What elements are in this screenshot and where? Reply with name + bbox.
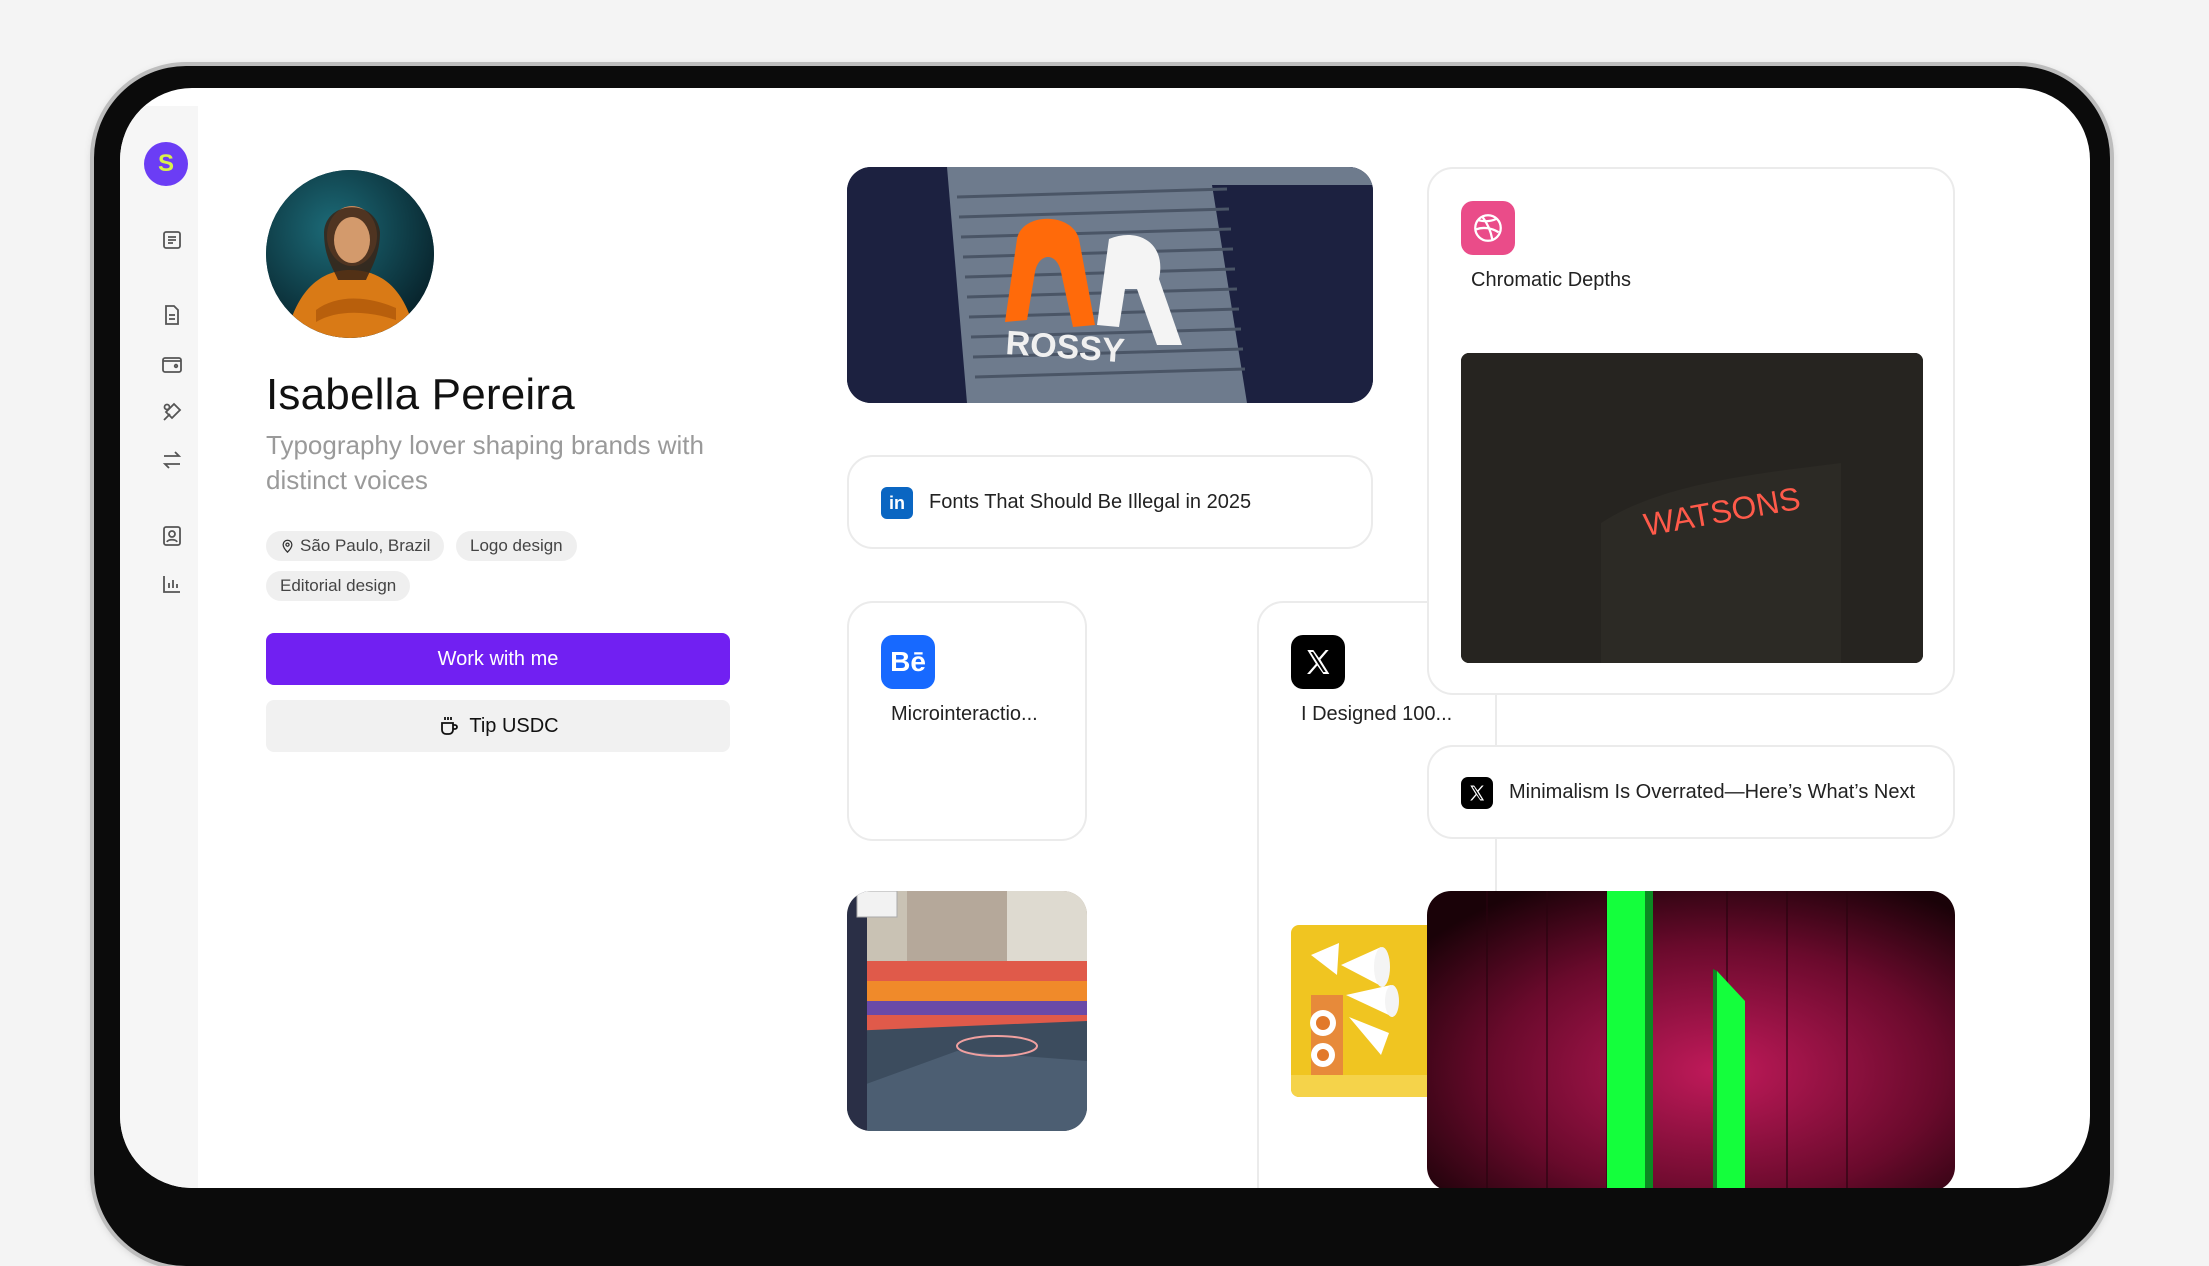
coffee-cup-icon bbox=[441, 717, 459, 735]
design-tools-icon[interactable] bbox=[160, 400, 184, 424]
analytics-icon[interactable] bbox=[160, 572, 184, 596]
notes-icon[interactable] bbox=[160, 228, 184, 252]
behance-project-title: Microinteractio... bbox=[891, 703, 1038, 725]
skill-label: Editorial design bbox=[280, 576, 397, 595]
x-post-title: I Designed 100... bbox=[1301, 703, 1453, 725]
dribbble-icon bbox=[1461, 201, 1515, 255]
dribbble-shot-card[interactable]: Chromatic Depths WATSONS bbox=[1427, 167, 1955, 695]
wallet-icon[interactable] bbox=[160, 352, 184, 376]
tip-usdc-label: Tip USDC bbox=[469, 714, 559, 737]
location-tag: São Paulo, Brazil bbox=[266, 531, 445, 561]
neon-light-image-card[interactable] bbox=[1427, 891, 1955, 1188]
swap-icon[interactable] bbox=[160, 448, 184, 472]
sidebar: S bbox=[120, 106, 198, 1188]
linkedin-post-card[interactable]: in Fonts That Should Be Illegal in 2025 bbox=[847, 455, 1373, 549]
work-with-me-label: Work with me bbox=[437, 647, 559, 670]
profile-avatar bbox=[266, 170, 434, 338]
behance-project-card[interactable]: Bē Microinteractio... bbox=[847, 601, 1087, 841]
contact-card-icon[interactable] bbox=[160, 524, 184, 548]
x-logo-icon bbox=[1291, 635, 1345, 689]
x-post-row-title: Minimalism Is Overrated—Here’s What’s Ne… bbox=[1509, 781, 1916, 803]
document-icon[interactable] bbox=[160, 303, 184, 327]
work-with-me-button[interactable]: Work with me bbox=[266, 633, 730, 685]
skill-tag: Logo design bbox=[456, 531, 577, 561]
app-logo[interactable]: S bbox=[144, 142, 188, 186]
x-post-row-card[interactable]: Minimalism Is Overrated—Here’s What’s Ne… bbox=[1427, 745, 1955, 839]
behance-icon: Bē bbox=[881, 635, 935, 689]
watsons-sign-image: WATSONS bbox=[1461, 353, 1923, 663]
dribbble-shot-title: Chromatic Depths bbox=[1471, 269, 1632, 291]
basketball-court-image-card[interactable] bbox=[847, 891, 1087, 1131]
x-logo-icon bbox=[1461, 777, 1493, 809]
profile-name: Isabella Pereira bbox=[266, 370, 575, 419]
logo-letter: S bbox=[157, 150, 174, 177]
profile-bio: Typography lover shaping brands with dis… bbox=[266, 430, 704, 495]
location-pin-icon bbox=[282, 539, 293, 553]
location-label: São Paulo, Brazil bbox=[300, 536, 431, 555]
tip-usdc-button[interactable]: Tip USDC bbox=[266, 700, 730, 752]
rossy-sign-image-card[interactable]: ROSSY bbox=[847, 167, 1373, 403]
skill-tag: Editorial design bbox=[266, 571, 411, 601]
skill-label: Logo design bbox=[470, 536, 563, 555]
linkedin-icon: in bbox=[881, 487, 913, 519]
linkedin-post-title: Fonts That Should Be Illegal in 2025 bbox=[929, 491, 1252, 513]
app-screen: S Isabella Pereira Typography lover shap… bbox=[120, 88, 2090, 1188]
